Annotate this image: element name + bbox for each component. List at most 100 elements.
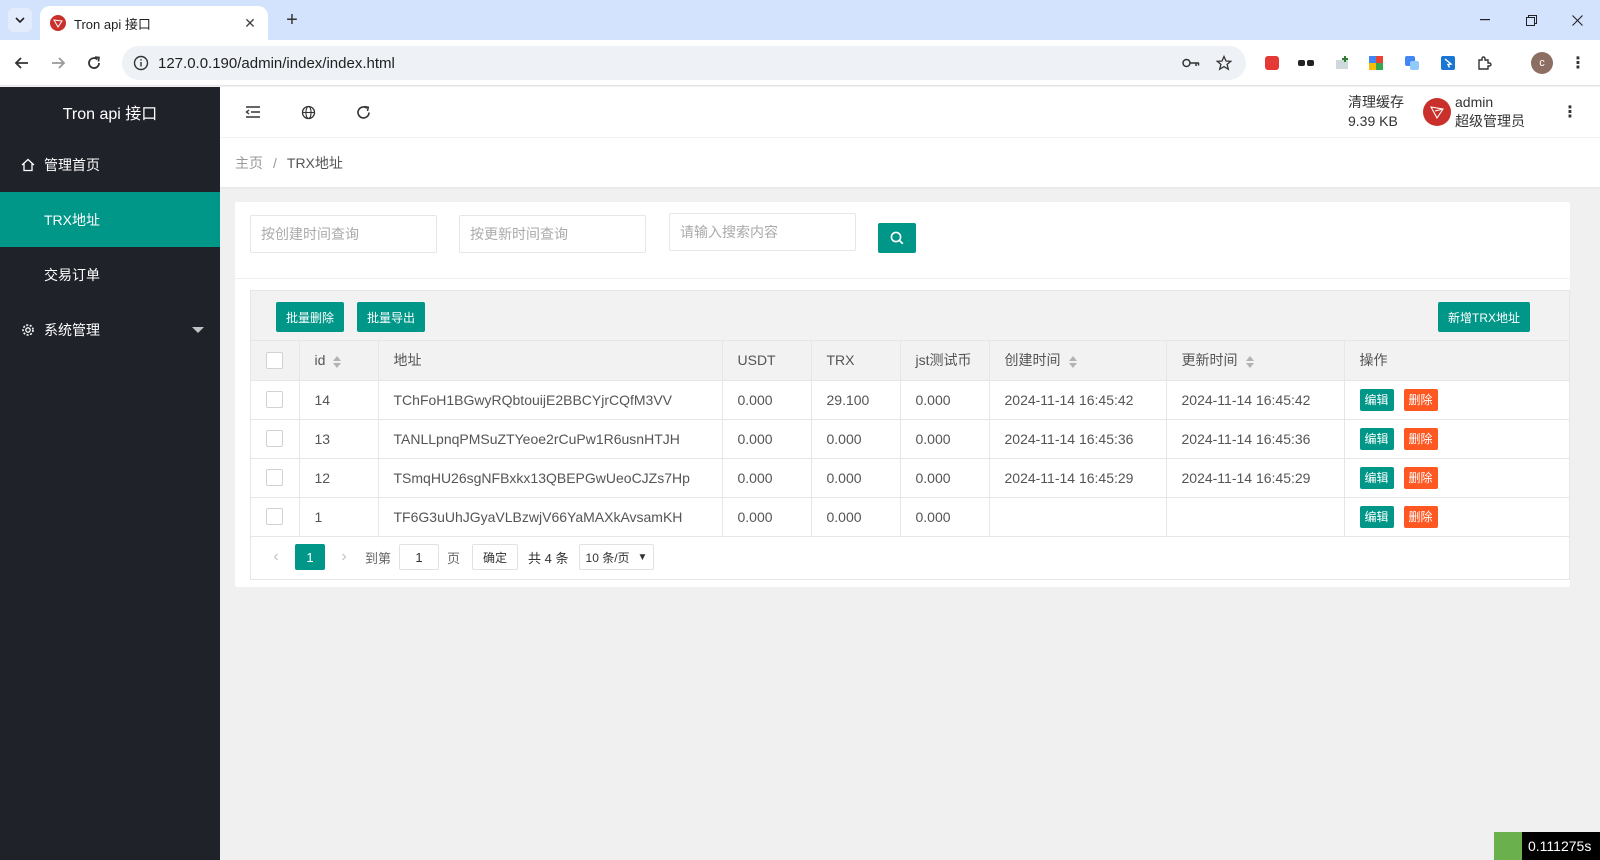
extension-cursor-icon[interactable] xyxy=(1438,53,1458,73)
column-header-id[interactable]: id xyxy=(299,341,379,381)
row-checkbox[interactable] xyxy=(266,430,283,448)
site-info-icon[interactable] xyxy=(124,55,158,71)
page-size-select[interactable]: 10 条/页 ▼ xyxy=(578,544,655,570)
table-row: 14 TChFoH1BGwyRQbtouijE2BBCYjrCQfM3VV 0.… xyxy=(251,380,1569,420)
main-card: 批量删除 批量导出 新增TRX地址 id 地址 USDT TRX jst测试币 … xyxy=(235,202,1570,587)
extensions-puzzle-icon[interactable] xyxy=(1474,53,1494,73)
breadcrumb: 主页 / TRX地址 xyxy=(220,137,1600,187)
batch-delete-button[interactable]: 批量删除 xyxy=(276,302,345,332)
cell-created xyxy=(989,497,1167,537)
cell-created: 2024-11-14 16:45:36 xyxy=(989,419,1167,459)
sidebar-item-home[interactable]: 管理首页 xyxy=(0,137,220,192)
cell-trx: 29.100 xyxy=(811,380,901,420)
new-tab-icon[interactable]: + xyxy=(282,10,302,30)
row-checkbox[interactable] xyxy=(266,391,283,409)
prev-page-icon[interactable]: ‹ xyxy=(263,544,289,570)
more-menu-icon[interactable]: ⋮ xyxy=(1562,101,1578,123)
forward-arrow-icon[interactable] xyxy=(46,51,70,75)
delete-button[interactable]: 删除 xyxy=(1403,388,1438,411)
debug-timer-badge[interactable]: 0.111275s xyxy=(1494,832,1600,860)
page-size-value: 10 条/页 xyxy=(585,550,630,565)
cell-jst: 0.000 xyxy=(900,497,990,537)
created-time-filter-input[interactable] xyxy=(250,215,437,253)
row-checkbox[interactable] xyxy=(266,469,283,487)
column-header-updated[interactable]: 更新时间 xyxy=(1166,341,1345,381)
keyword-search-input[interactable] xyxy=(669,213,856,251)
select-all-cell xyxy=(251,341,300,381)
sidebar-item-system[interactable]: 系统管理 xyxy=(0,302,220,357)
column-header-created[interactable]: 创建时间 xyxy=(989,341,1167,381)
collapse-menu-icon[interactable] xyxy=(242,101,264,123)
delete-button[interactable]: 删除 xyxy=(1403,505,1438,528)
sidebar-item-trx-address[interactable]: TRX地址 xyxy=(0,192,220,247)
browser-tab-active[interactable]: Tron api 接口 ✕ xyxy=(40,6,268,40)
bookmark-star-icon[interactable] xyxy=(1216,55,1232,71)
edit-button[interactable]: 编辑 xyxy=(1359,466,1394,489)
breadcrumb-home-link[interactable]: 主页 xyxy=(235,153,263,173)
cell-jst: 0.000 xyxy=(900,380,990,420)
edit-button[interactable]: 编辑 xyxy=(1359,505,1394,528)
app-logo: Tron api 接口 xyxy=(62,106,158,123)
sidebar-item-label: TRX地址 xyxy=(44,211,100,228)
goto-label: 到第 xyxy=(365,550,392,566)
updated-time-filter-input[interactable] xyxy=(459,215,646,253)
window-close-icon[interactable] xyxy=(1554,8,1600,32)
next-page-icon[interactable]: › xyxy=(331,544,357,570)
breadcrumb-separator: / xyxy=(273,154,277,171)
cell-actions: 编辑 删除 xyxy=(1344,419,1569,459)
restore-icon[interactable] xyxy=(1508,8,1554,32)
delete-button[interactable]: 删除 xyxy=(1403,427,1438,450)
back-arrow-icon[interactable] xyxy=(10,51,34,75)
tab-search-button[interactable] xyxy=(8,8,32,32)
column-header-trx: TRX xyxy=(811,341,901,381)
table-row: 13 TANLLpnqPMSuZTYeoe2rCuPw1R6usnHTJH 0.… xyxy=(251,419,1569,459)
profile-avatar[interactable]: c xyxy=(1531,52,1553,74)
reload-icon[interactable] xyxy=(82,51,106,75)
column-header-address: 地址 xyxy=(378,341,723,381)
search-form xyxy=(235,202,1570,279)
delete-button[interactable]: 删除 xyxy=(1403,466,1438,489)
caret-down-icon xyxy=(192,327,204,333)
edit-button[interactable]: 编辑 xyxy=(1359,427,1394,450)
column-header-usdt: USDT xyxy=(722,341,812,381)
extension-plus-icon[interactable] xyxy=(1332,53,1352,73)
cell-usdt: 0.000 xyxy=(722,458,812,498)
cell-address: TF6G3uUhJGyaVLBzwjV66YaMAXkAvsamKH xyxy=(378,497,723,537)
row-checkbox[interactable] xyxy=(266,508,283,526)
sort-icon[interactable] xyxy=(1245,355,1254,368)
minimize-icon[interactable] xyxy=(1462,8,1508,32)
cell-usdt: 0.000 xyxy=(722,380,812,420)
select-all-checkbox[interactable] xyxy=(266,352,283,370)
edit-button[interactable]: 编辑 xyxy=(1359,388,1394,411)
address-bar[interactable]: 127.0.0.190/admin/index/index.html xyxy=(122,46,1246,80)
clear-cache-button[interactable]: 清理缓存 9.39 KB xyxy=(1348,93,1404,131)
add-trx-address-button[interactable]: 新增TRX地址 xyxy=(1438,302,1531,332)
password-key-icon[interactable] xyxy=(1182,57,1200,69)
extension-glasses-icon[interactable] xyxy=(1296,53,1316,73)
user-avatar[interactable] xyxy=(1423,98,1451,126)
cell-id: 12 xyxy=(299,458,379,498)
extension-cube-icon[interactable] xyxy=(1262,53,1282,73)
total-count: 共 4 条 xyxy=(528,550,569,566)
tab-close-icon[interactable]: ✕ xyxy=(242,15,258,31)
current-page-button[interactable]: 1 xyxy=(295,544,325,570)
cell-trx: 0.000 xyxy=(811,497,901,537)
url-text: 127.0.0.190/admin/index/index.html xyxy=(158,54,395,72)
sort-icon[interactable] xyxy=(333,355,342,368)
sort-icon[interactable] xyxy=(1068,355,1077,368)
extension-colorful-icon[interactable] xyxy=(1366,53,1386,73)
globe-icon[interactable] xyxy=(297,101,319,123)
refresh-icon[interactable] xyxy=(352,101,374,123)
sidebar-item-orders[interactable]: 交易订单 xyxy=(0,247,220,302)
user-menu[interactable]: admin 超级管理员 xyxy=(1455,93,1525,131)
batch-export-button[interactable]: 批量导出 xyxy=(357,302,426,332)
goto-page-input[interactable] xyxy=(399,544,440,570)
search-button[interactable] xyxy=(878,223,916,253)
goto-confirm-button[interactable]: 确定 xyxy=(472,544,519,570)
browser-tabstrip: Tron api 接口 ✕ + xyxy=(0,0,1600,40)
extension-translate-icon[interactable] xyxy=(1402,53,1422,73)
cell-created: 2024-11-14 16:45:29 xyxy=(989,458,1167,498)
sidebar: Tron api 接口 管理首页 TRX地址 交易订单 系统管理 xyxy=(0,87,220,860)
browser-menu-icon[interactable]: ⋮ xyxy=(1568,52,1588,74)
cell-actions: 编辑 删除 xyxy=(1344,497,1569,537)
